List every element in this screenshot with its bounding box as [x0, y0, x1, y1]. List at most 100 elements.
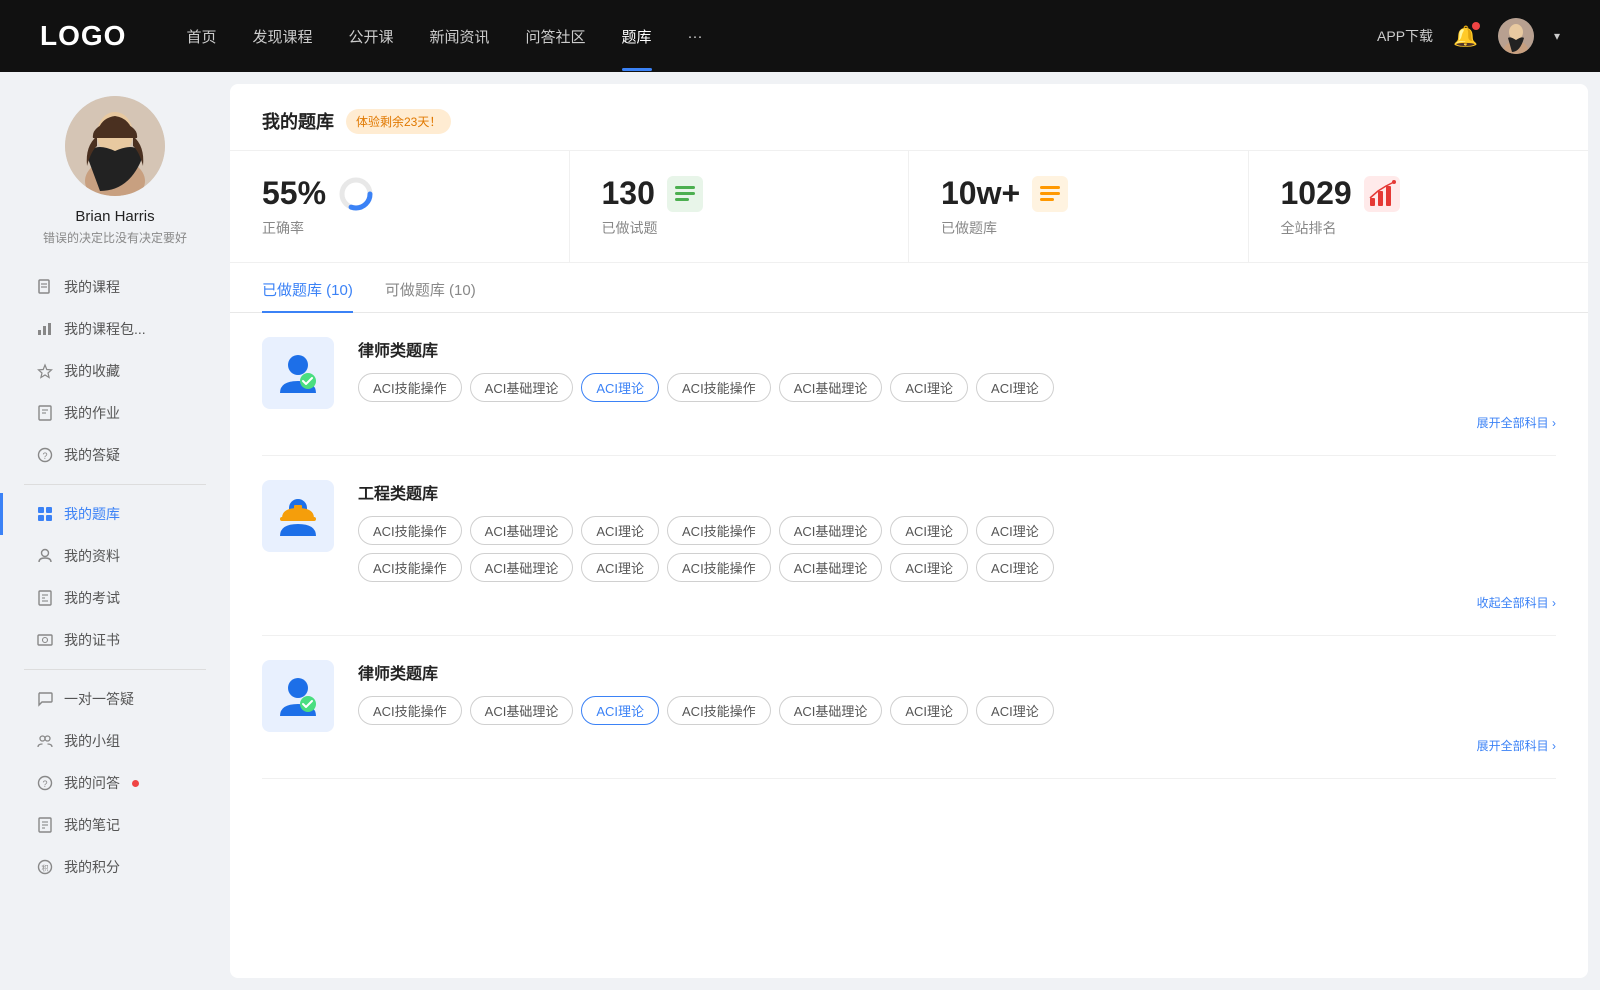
topic-tag[interactable]: ACI理论	[581, 553, 659, 582]
topic-name: 律师类题库	[358, 337, 1556, 361]
stat-label: 已做题库	[941, 218, 1216, 238]
topic-collapse-button[interactable]: 收起全部科目 ›	[358, 590, 1556, 611]
user-dropdown-arrow[interactable]: ▾	[1554, 29, 1560, 43]
sidebar-user-name: Brian Harris	[75, 208, 154, 225]
sidebar-item-exams[interactable]: 我的考试	[0, 577, 230, 619]
nav-qa[interactable]: 问答社区	[526, 26, 586, 47]
group-icon	[36, 732, 54, 750]
topic-tag[interactable]: ACI技能操作	[667, 516, 771, 545]
sidebar-item-label: 我的笔记	[64, 815, 120, 835]
exam-icon	[36, 589, 54, 607]
topic-tag[interactable]: ACI理论	[890, 553, 968, 582]
stat-label: 正确率	[262, 218, 537, 238]
nav-more[interactable]: ···	[688, 28, 703, 45]
sidebar-item-favorites[interactable]: 我的收藏	[0, 350, 230, 392]
note-icon	[36, 816, 54, 834]
topic-tag-active[interactable]: ACI理论	[581, 373, 659, 402]
topic-tag[interactable]: ACI技能操作	[358, 373, 462, 402]
topic-tag[interactable]: ACI理论	[890, 696, 968, 725]
tabs-row: 已做题库 (10) 可做题库 (10)	[230, 263, 1588, 313]
topic-body: 律师类题库 ACI技能操作 ACI基础理论 ACI理论 ACI技能操作 ACI基…	[358, 337, 1556, 431]
topic-tag[interactable]: ACI基础理论	[779, 696, 883, 725]
nav-news[interactable]: 新闻资讯	[430, 26, 490, 47]
tab-available[interactable]: 可做题库 (10)	[385, 279, 476, 312]
sidebar-item-question-bank[interactable]: 我的题库	[0, 493, 230, 535]
sidebar-item-label: 一对一答疑	[64, 689, 134, 709]
sidebar-item-one-on-one[interactable]: 一对一答疑	[0, 678, 230, 720]
nav-discover[interactable]: 发现课程	[252, 26, 312, 47]
user-avatar[interactable]	[1498, 18, 1534, 54]
navbar: LOGO 首页 发现课程 公开课 新闻资讯 问答社区 题库 ··· APP下载 …	[0, 0, 1600, 72]
app-download-button[interactable]: APP下载	[1377, 26, 1433, 46]
topic-tag[interactable]: ACI基础理论	[470, 516, 574, 545]
file-icon	[36, 278, 54, 296]
topic-tag[interactable]: ACI技能操作	[667, 373, 771, 402]
topic-tag[interactable]: ACI基础理论	[470, 696, 574, 725]
sidebar-item-notes[interactable]: 我的笔记	[0, 804, 230, 846]
topic-expand-button[interactable]: 展开全部科目 ›	[358, 410, 1556, 431]
topic-tag[interactable]: ACI理论	[976, 696, 1054, 725]
sidebar-item-label: 我的资料	[64, 546, 120, 566]
sidebar-item-course-packages[interactable]: 我的课程包...	[0, 308, 230, 350]
topic-tag[interactable]: ACI理论	[976, 553, 1054, 582]
svg-text:?: ?	[42, 779, 47, 789]
sidebar-item-label: 我的题库	[64, 504, 120, 524]
topic-tag[interactable]: ACI理论	[890, 516, 968, 545]
sidebar-divider-2	[24, 669, 206, 670]
doc-icon	[36, 404, 54, 422]
topic-tag[interactable]: ACI技能操作	[358, 516, 462, 545]
topic-tag[interactable]: ACI基础理论	[779, 553, 883, 582]
sidebar-divider-1	[24, 484, 206, 485]
sidebar-item-certificates[interactable]: 我的证书	[0, 619, 230, 661]
topic-tag[interactable]: ACI基础理论	[779, 516, 883, 545]
sidebar-item-label: 我的积分	[64, 857, 120, 877]
stat-done-banks: 10w+ 已做题库	[909, 151, 1249, 262]
sidebar-item-courses[interactable]: 我的课程	[0, 266, 230, 308]
topic-tag[interactable]: ACI理论	[890, 373, 968, 402]
stat-accuracy: 55% 正确率	[230, 151, 570, 262]
svg-text:?: ?	[42, 451, 47, 461]
stat-top: 55%	[262, 175, 537, 212]
sidebar-item-homework[interactable]: 我的作业	[0, 392, 230, 434]
section-title: 我的题库	[262, 108, 334, 134]
tab-done[interactable]: 已做题库 (10)	[262, 279, 353, 312]
topic-tag-active[interactable]: ACI理论	[581, 696, 659, 725]
nav-public[interactable]: 公开课	[348, 26, 393, 47]
sidebar-item-questions[interactable]: ? 我的答疑	[0, 434, 230, 476]
notification-bell[interactable]: 🔔	[1453, 24, 1478, 49]
sidebar-item-label: 我的考试	[64, 588, 120, 608]
topic-tag[interactable]: ACI基础理论	[470, 553, 574, 582]
stat-rank: 1029 全站排名	[1249, 151, 1589, 262]
sidebar-item-points[interactable]: 积 我的积分	[0, 846, 230, 888]
topic-tag[interactable]: ACI理论	[976, 516, 1054, 545]
chat-icon	[36, 690, 54, 708]
sidebar-item-label: 我的收藏	[64, 361, 120, 381]
donut-chart-icon	[338, 176, 374, 212]
topic-tag[interactable]: ACI理论	[581, 516, 659, 545]
stat-label: 已做试题	[602, 218, 877, 238]
topic-tags-row1: ACI技能操作 ACI基础理论 ACI理论 ACI技能操作 ACI基础理论 AC…	[358, 516, 1556, 545]
topic-icon-wrap	[262, 337, 334, 409]
stat-value: 1029	[1281, 175, 1352, 212]
stat-top: 10w+	[941, 175, 1216, 212]
topic-tag[interactable]: ACI基础理论	[470, 373, 574, 402]
stat-value: 10w+	[941, 175, 1020, 212]
topic-body: 工程类题库 ACI技能操作 ACI基础理论 ACI理论 ACI技能操作 ACI基…	[358, 480, 1556, 611]
sidebar-item-label: 我的小组	[64, 731, 120, 751]
nav-home[interactable]: 首页	[186, 26, 216, 47]
sidebar-item-profile[interactable]: 我的资料	[0, 535, 230, 577]
topic-tag[interactable]: ACI技能操作	[667, 696, 771, 725]
logo[interactable]: LOGO	[40, 20, 126, 52]
sidebar-item-my-qa[interactable]: ? 我的问答	[0, 762, 230, 804]
list-orange-icon	[1032, 176, 1068, 212]
topic-tag[interactable]: ACI技能操作	[358, 553, 462, 582]
topic-expand-button[interactable]: 展开全部科目 ›	[358, 733, 1556, 754]
sidebar-item-groups[interactable]: 我的小组	[0, 720, 230, 762]
stat-top: 1029	[1281, 175, 1557, 212]
topic-tag[interactable]: ACI基础理论	[779, 373, 883, 402]
topic-tag[interactable]: ACI理论	[976, 373, 1054, 402]
topic-tag[interactable]: ACI技能操作	[358, 696, 462, 725]
nav-questionbank[interactable]: 题库	[622, 26, 652, 47]
topic-tags: ACI技能操作 ACI基础理论 ACI理论 ACI技能操作 ACI基础理论 AC…	[358, 696, 1556, 725]
topic-tag[interactable]: ACI技能操作	[667, 553, 771, 582]
